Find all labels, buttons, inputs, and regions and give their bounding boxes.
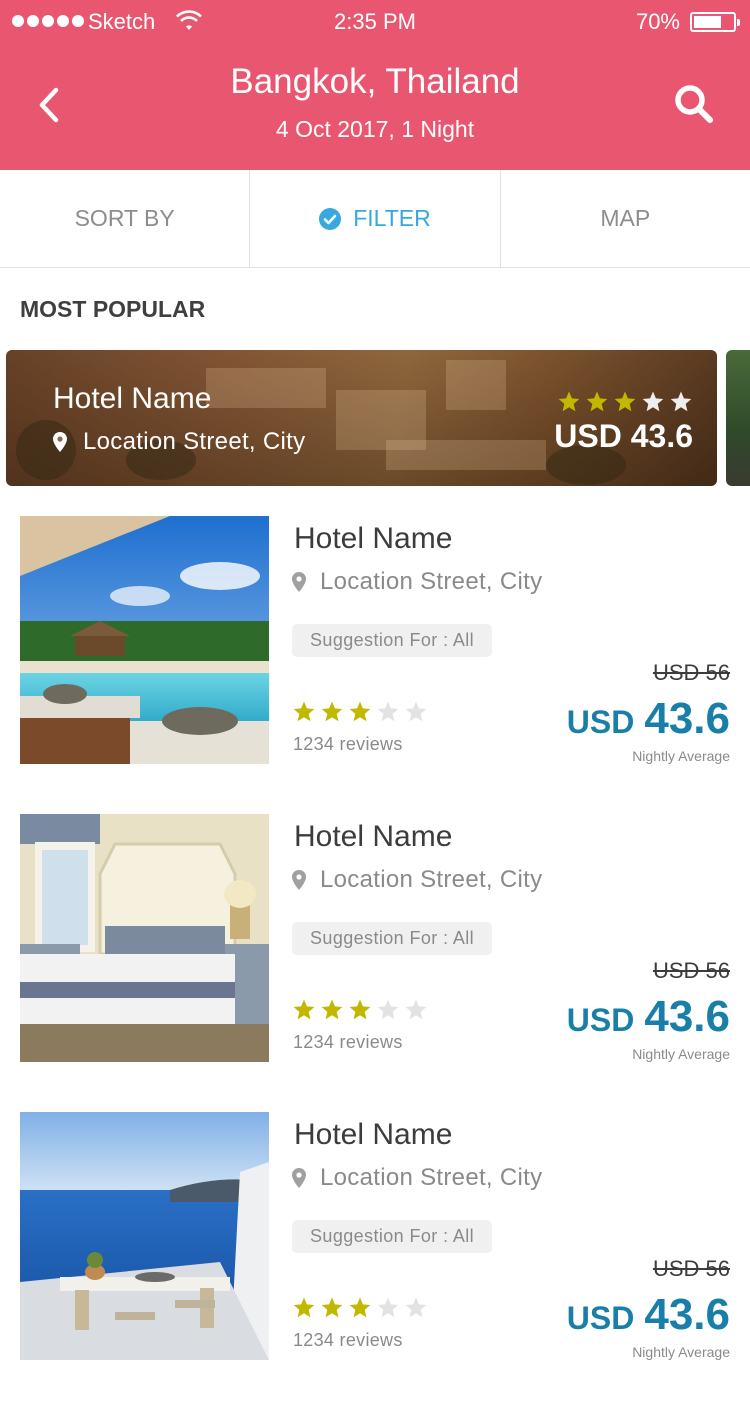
original-price: USD 56 — [652, 660, 730, 685]
tab-sort-by[interactable]: SORT BY — [0, 170, 251, 267]
star-filled-icon — [321, 999, 343, 1020]
hotel-name: Hotel Name — [294, 820, 453, 853]
hotel-list-item[interactable]: Hotel Name Location Street, City Suggest… — [0, 516, 750, 764]
star-filled-icon — [558, 391, 580, 412]
review-count: 1234 reviews — [293, 1032, 403, 1052]
review-count: 1234 reviews — [293, 734, 403, 754]
location-pin-icon — [292, 1168, 306, 1188]
battery-percent: 70% — [635, 9, 680, 34]
hotel-location: Location Street, City — [292, 1164, 542, 1192]
section-title: MOST POPULAR — [20, 296, 206, 322]
status-bar: Sketch 2:35 PM 70% — [0, 0, 750, 44]
suggestion-badge: Suggestion For : All — [292, 1220, 493, 1253]
price-note: Nightly Average — [632, 1046, 730, 1062]
star-filled-icon — [293, 701, 315, 722]
price-currency: USD — [566, 1300, 635, 1336]
star-empty-icon — [405, 999, 427, 1020]
featured-rating — [557, 390, 693, 414]
star-empty-icon — [377, 999, 399, 1020]
hotel-location: Location Street, City — [292, 866, 542, 894]
hotel-list-item[interactable]: Hotel Name Location Street, City Suggest… — [0, 1112, 750, 1360]
featured-price: USD 43.6 — [554, 418, 693, 454]
star-empty-icon — [405, 1297, 427, 1318]
price-amount: 43.6 — [644, 1290, 730, 1339]
tab-filter[interactable]: FILTER — [250, 170, 501, 267]
tab-map[interactable]: MAP — [501, 170, 750, 267]
hotel-rating — [292, 700, 428, 724]
price-currency: USD — [566, 1002, 635, 1038]
hotel-location-text: Location Street, City — [320, 1164, 543, 1191]
price-currency: USD — [566, 704, 635, 740]
hotel-photo — [20, 1112, 269, 1360]
suggestion-badge: Suggestion For : All — [292, 922, 493, 955]
star-filled-icon — [586, 391, 608, 412]
star-empty-icon — [670, 391, 692, 412]
hotel-name: Hotel Name — [294, 1118, 453, 1151]
toolbar-tabs: SORT BY FILTER MAP — [0, 170, 750, 268]
current-price: USD 43.6 — [567, 992, 730, 1042]
page-title: Bangkok, Thailand — [230, 62, 520, 101]
star-empty-icon — [377, 701, 399, 722]
featured-location-text: Location Street, City — [83, 428, 306, 455]
hotel-rating — [292, 1296, 428, 1320]
star-filled-icon — [349, 1297, 371, 1318]
star-filled-icon — [293, 999, 315, 1020]
star-filled-icon — [321, 1297, 343, 1318]
featured-hotel-name: Hotel Name — [53, 382, 212, 415]
featured-location: Location Street, City — [53, 428, 305, 456]
search-button[interactable] — [672, 82, 716, 126]
original-price: USD 56 — [652, 1256, 730, 1281]
tab-label: MAP — [600, 205, 651, 231]
star-empty-icon — [642, 391, 664, 412]
star-filled-icon — [614, 391, 636, 412]
featured-hotel-card[interactable]: Hotel Name Location Street, City USD 43.… — [6, 350, 717, 486]
battery-icon — [690, 12, 740, 32]
next-featured-card[interactable] — [726, 350, 750, 486]
location-pin-icon — [53, 432, 67, 452]
original-price: USD 56 — [652, 958, 730, 983]
star-empty-icon — [377, 1297, 399, 1318]
star-empty-icon — [405, 701, 427, 722]
star-filled-icon — [349, 999, 371, 1020]
tab-label: FILTER — [353, 205, 431, 231]
hotel-rating — [292, 998, 428, 1022]
hotel-location-text: Location Street, City — [320, 866, 543, 893]
current-price: USD 43.6 — [567, 1290, 730, 1340]
hotel-photo — [20, 814, 269, 1062]
hotel-location-text: Location Street, City — [320, 568, 543, 595]
price-amount: 43.6 — [644, 992, 730, 1041]
hotel-list-item[interactable]: Hotel Name Location Street, City Suggest… — [0, 814, 750, 1062]
search-icon — [675, 85, 713, 123]
price-note: Nightly Average — [632, 1344, 730, 1360]
tab-label: SORT BY — [74, 205, 175, 231]
price-note: Nightly Average — [632, 748, 730, 764]
star-filled-icon — [321, 701, 343, 722]
star-filled-icon — [349, 701, 371, 722]
hotel-photo — [20, 516, 269, 764]
current-price: USD 43.6 — [567, 694, 730, 744]
price-amount: 43.6 — [644, 694, 730, 743]
page-subtitle: 4 Oct 2017, 1 Night — [275, 116, 475, 142]
app-header: Sketch 2:35 PM 70% Bangkok, Thailand 4 O… — [0, 0, 750, 170]
location-pin-icon — [292, 572, 306, 592]
suggestion-badge: Suggestion For : All — [292, 624, 493, 657]
review-count: 1234 reviews — [293, 1330, 403, 1350]
location-pin-icon — [292, 870, 306, 890]
check-circle-icon — [319, 207, 342, 230]
star-filled-icon — [293, 1297, 315, 1318]
hotel-location: Location Street, City — [292, 568, 542, 596]
hotel-name: Hotel Name — [294, 522, 453, 555]
